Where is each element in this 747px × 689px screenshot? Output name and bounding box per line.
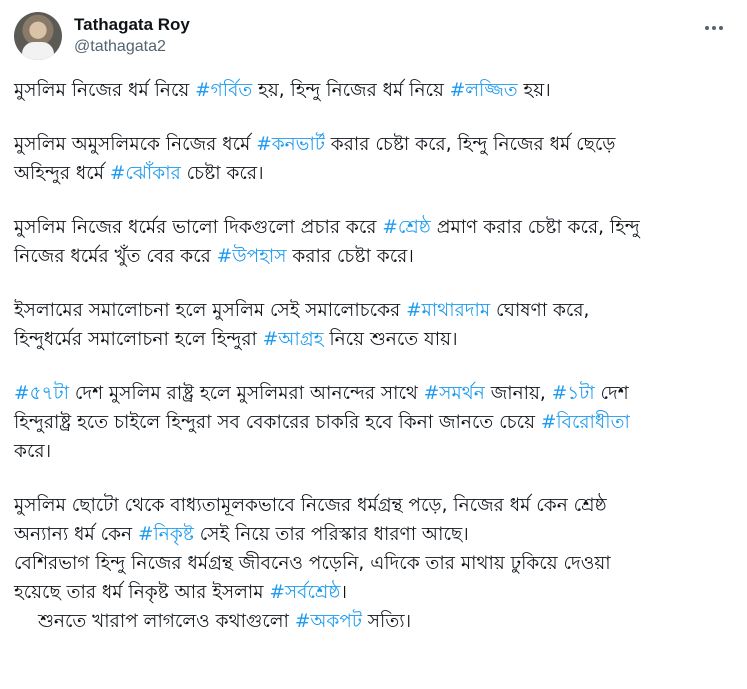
hashtag-link[interactable]: #শ্রেষ্ঠ	[382, 217, 431, 238]
tweet-line: শুনতে খারাপ লাগলেও কথাগুলো #অকপট সত্যি।	[14, 607, 734, 636]
tweet-paragraph: ইসলামের সমালোচনা হলে মুসলিম সেই সমালোচকে…	[14, 296, 734, 354]
tweet-text-segment: শুনতে খারাপ লাগলেও কথাগুলো	[38, 611, 295, 632]
tweet-text-segment: মুসলিম ছোটো থেকে বাধ্যতামূলকভাবে নিজের ধ…	[14, 495, 607, 516]
tweet-text-segment: অহিন্দুর ধর্মে	[14, 163, 110, 184]
tweet-text-segment: ঘোষণা করে,	[490, 300, 590, 321]
tweet-text-segment: হয়, হিন্দু নিজের ধর্ম নিয়ে	[252, 80, 450, 101]
hashtag-link[interactable]: #সর্বশ্রেষ্ঠ	[269, 582, 340, 603]
tweet-text-segment: চেষ্টা করে।	[180, 163, 264, 184]
tweet-text-segment: করার চেষ্টা করে।	[286, 246, 414, 267]
tweet-text-segment: মুসলিম অমুসলিমকে নিজের ধর্মে	[14, 134, 257, 155]
tweet-text-segment: ।	[340, 582, 348, 603]
tweet-text-segment: হিন্দুরাষ্ট্র হতে চাইলে হিন্দুরা সব বেকা…	[14, 412, 541, 433]
tweet-paragraph: মুসলিম নিজের ধর্ম নিয়ে #গর্বিত হয়, হিন…	[14, 76, 734, 105]
hashtag-link[interactable]: #কনভার্ট	[256, 134, 325, 155]
author-handle[interactable]: @tathagata2	[74, 36, 190, 58]
tweet-paragraph: মুসলিম নিজের ধর্মের ভালো দিকগুলো প্রচার …	[14, 213, 734, 271]
tweet-header: Tathagata Roy @tathagata2	[14, 12, 733, 64]
tweet-line: হিন্দুধর্মের সমালোচনা হলে হিন্দুরা #আগ্র…	[14, 325, 734, 354]
tweet-text-segment: জানায়,	[484, 383, 552, 404]
hashtag-link[interactable]: #নিকৃষ্ট	[138, 524, 194, 545]
tweet-text-segment: দেশ	[594, 383, 629, 404]
tweet-text-segment: প্রমাণ করার চেষ্টা করে, হিন্দু	[430, 217, 640, 238]
tweet-text-segment: ইসলামের সমালোচনা হলে মুসলিম সেই সমালোচকে…	[14, 300, 407, 321]
tweet-text-segment: নিজের ধর্মের খুঁত বের করে	[14, 246, 217, 267]
author-info: Tathagata Roy @tathagata2	[74, 14, 190, 58]
tweet-text: মুসলিম নিজের ধর্ম নিয়ে #গর্বিত হয়, হিন…	[14, 76, 734, 636]
tweet-paragraph: মুসলিম অমুসলিমকে নিজের ধর্মে #কনভার্ট কর…	[14, 130, 734, 188]
tweet-line: মুসলিম অমুসলিমকে নিজের ধর্মে #কনভার্ট কর…	[14, 130, 734, 159]
hashtag-link[interactable]: #আগ্রহ	[263, 329, 324, 350]
author-display-name[interactable]: Tathagata Roy	[74, 14, 190, 36]
tweet-line: মুসলিম নিজের ধর্ম নিয়ে #গর্বিত হয়, হিন…	[14, 76, 734, 105]
tweet-text-segment: দেশ মুসলিম রাষ্ট্র হলে মুসলিমরা আনন্দের …	[68, 383, 424, 404]
hashtag-link[interactable]: #লজ্জিত	[450, 80, 518, 101]
tweet-text-segment: মুসলিম নিজের ধর্মের ভালো দিকগুলো প্রচার …	[14, 217, 383, 238]
tweet-line: করে।	[14, 437, 734, 466]
tweet-line: অন্যান্য ধর্ম কেন #নিকৃষ্ট সেই নিয়ে তার…	[14, 520, 734, 549]
tweet-text-segment: হয়েছে তার ধর্ম নিকৃষ্ট আর ইসলাম	[14, 582, 270, 603]
tweet-paragraph: #৫৭টা দেশ মুসলিম রাষ্ট্র হলে মুসলিমরা আন…	[14, 379, 734, 466]
tweet-text-segment: বেশিরভাগ হিন্দু নিজের ধর্মগ্রন্থ জীবনেও …	[14, 553, 611, 574]
tweet-line: #৫৭টা দেশ মুসলিম রাষ্ট্র হলে মুসলিমরা আন…	[14, 379, 734, 408]
tweet-paragraph: মুসলিম ছোটো থেকে বাধ্যতামূলকভাবে নিজের ধ…	[14, 491, 734, 636]
tweet-line: নিজের ধর্মের খুঁত বের করে #উপহাস করার চে…	[14, 242, 734, 271]
hashtag-link[interactable]: #উপহাস	[217, 246, 287, 267]
tweet-text-segment: সেই নিয়ে তার পরিস্কার ধারণা আছে।	[193, 524, 469, 545]
hashtag-link[interactable]: #অকপট	[295, 611, 362, 632]
tweet-text-segment: সত্যি।	[361, 611, 412, 632]
hashtag-link[interactable]: #১টা	[552, 383, 595, 404]
tweet-text-segment: হিন্দুধর্মের সমালোচনা হলে হিন্দুরা	[14, 329, 263, 350]
tweet-text-segment: নিয়ে শুনতে যায়।	[323, 329, 458, 350]
tweet-line: হয়েছে তার ধর্ম নিকৃষ্ট আর ইসলাম #সর্বশ্…	[14, 578, 734, 607]
more-horizontal-icon[interactable]	[701, 18, 727, 38]
tweet-text-segment: হয়।	[517, 80, 551, 101]
hashtag-link[interactable]: #গর্বিত	[195, 80, 252, 101]
tweet-text-segment: অন্যান্য ধর্ম কেন	[14, 524, 138, 545]
hashtag-link[interactable]: #৫৭টা	[14, 383, 69, 404]
tweet-line: মুসলিম নিজের ধর্মের ভালো দিকগুলো প্রচার …	[14, 213, 734, 242]
hashtag-link[interactable]: #সমর্থন	[424, 383, 485, 404]
hashtag-link[interactable]: #বিরোধীতা	[541, 412, 630, 433]
tweet-text-segment: করে।	[14, 441, 52, 462]
avatar[interactable]	[14, 12, 62, 60]
tweet-text-segment: মুসলিম নিজের ধর্ম নিয়ে	[14, 80, 196, 101]
hashtag-link[interactable]: #ঝোঁকার	[110, 163, 181, 184]
tweet-line: মুসলিম ছোটো থেকে বাধ্যতামূলকভাবে নিজের ধ…	[14, 491, 734, 520]
tweet-text-segment: করার চেষ্টা করে, হিন্দু নিজের ধর্ম ছেড়ে	[324, 134, 616, 155]
tweet-line: বেশিরভাগ হিন্দু নিজের ধর্মগ্রন্থ জীবনেও …	[14, 549, 734, 578]
tweet-line: ইসলামের সমালোচনা হলে মুসলিম সেই সমালোচকে…	[14, 296, 734, 325]
tweet-line: হিন্দুরাষ্ট্র হতে চাইলে হিন্দুরা সব বেকা…	[14, 408, 734, 437]
tweet-line: অহিন্দুর ধর্মে #ঝোঁকার চেষ্টা করে।	[14, 159, 734, 188]
hashtag-link[interactable]: #মাথারদাম	[406, 300, 490, 321]
